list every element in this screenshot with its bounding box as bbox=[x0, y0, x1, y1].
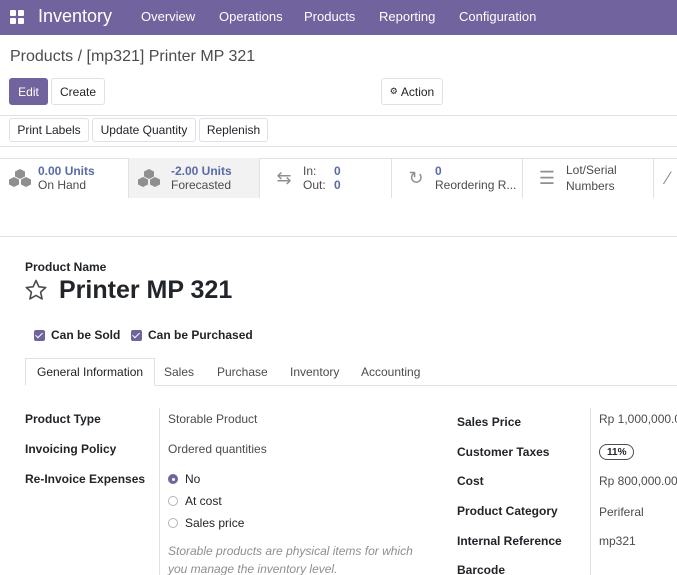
in-out-smart-button[interactable]: ⇆ In: 0 Out: 0 bbox=[260, 158, 392, 198]
action-button-label: Action bbox=[400, 84, 435, 99]
can-be-sold-label: Can be Sold bbox=[51, 328, 121, 342]
header-divider bbox=[0, 146, 677, 147]
reordering-value: 0 bbox=[435, 164, 442, 178]
invoicing-policy-field[interactable]: Ordered quantities bbox=[168, 442, 267, 456]
menu-reporting[interactable]: Reporting bbox=[379, 9, 435, 24]
top-navbar: Inventory Overview Operations Products R… bbox=[0, 0, 677, 35]
cost-field[interactable]: Rp 800,000.00 bbox=[599, 474, 677, 488]
radio-empty-icon bbox=[168, 496, 178, 506]
tab-accounting[interactable]: Accounting bbox=[361, 358, 420, 386]
customer-taxes-label: Customer Taxes bbox=[457, 445, 550, 459]
invoicing-policy-label: Invoicing Policy bbox=[25, 442, 117, 456]
reinvoice-sales-price-label: Sales price bbox=[185, 516, 245, 530]
star-icon[interactable] bbox=[24, 278, 48, 302]
can-be-sold-checkbox[interactable]: Can be Sold bbox=[34, 328, 120, 342]
checkbox-checked-icon bbox=[131, 329, 142, 341]
can-be-purchased-label: Can be Purchased bbox=[148, 328, 253, 342]
lot-serial-line1: Lot/Serial bbox=[566, 163, 617, 177]
product-category-field[interactable]: Periferal bbox=[599, 505, 644, 519]
reinvoice-at-cost-radio[interactable]: At cost bbox=[168, 494, 222, 508]
action-button[interactable]: ⚙ Action bbox=[381, 78, 443, 105]
in-value: 0 bbox=[334, 164, 341, 178]
can-be-purchased-checkbox[interactable]: Can be Purchased bbox=[131, 328, 253, 342]
left-group-separator bbox=[159, 408, 160, 575]
cubes-icon bbox=[137, 168, 161, 188]
forecasted-smart-button[interactable]: -2.00 Units Forecasted bbox=[129, 158, 260, 198]
barcode-label: Barcode bbox=[457, 563, 506, 575]
checkbox-checked-icon bbox=[34, 329, 45, 341]
in-label: In: bbox=[303, 164, 317, 178]
cost-label: Cost bbox=[457, 474, 484, 488]
reordering-smart-button[interactable]: ↻ 0 Reordering R... bbox=[392, 158, 523, 198]
product-name-label: Product Name bbox=[25, 260, 107, 274]
out-label: Out: bbox=[303, 178, 326, 192]
exchange-icon: ⇆ bbox=[276, 168, 292, 188]
right-group-separator bbox=[590, 408, 591, 575]
reinvoice-no-radio[interactable]: No bbox=[168, 472, 200, 486]
product-type-field[interactable]: Storable Product bbox=[168, 412, 257, 426]
tab-general-information[interactable]: General Information bbox=[25, 358, 156, 386]
on-hand-label: On Hand bbox=[38, 178, 87, 192]
reordering-label: Reordering R... bbox=[435, 178, 517, 192]
breadcrumb-current: [mp321] Printer MP 321 bbox=[86, 48, 256, 65]
list-icon: ☰ bbox=[538, 168, 556, 188]
replenish-button[interactable]: Replenish bbox=[199, 118, 268, 142]
edit-button[interactable]: Edit bbox=[9, 78, 48, 105]
menu-operations[interactable]: Operations bbox=[219, 9, 283, 24]
product-type-label: Product Type bbox=[25, 412, 101, 426]
lot-serial-smart-button[interactable]: ☰ Lot/Serial Numbers bbox=[523, 158, 654, 198]
tab-sales[interactable]: Sales bbox=[164, 358, 194, 386]
breadcrumb: Products / [mp321] Printer MP 321 bbox=[10, 48, 255, 66]
product-category-label: Product Category bbox=[457, 504, 558, 518]
product-type-help-text: Storable products are physical items for… bbox=[168, 544, 413, 575]
menu-overview[interactable]: Overview bbox=[141, 9, 195, 24]
product-name[interactable]: Printer MP 321 bbox=[59, 276, 232, 305]
reinvoice-expenses-label: Re-Invoice Expenses bbox=[25, 472, 146, 486]
radio-empty-icon bbox=[168, 518, 178, 528]
tax-badge[interactable]: 11% bbox=[599, 444, 635, 460]
app-brand[interactable]: Inventory bbox=[38, 6, 112, 27]
menu-products[interactable]: Products bbox=[304, 9, 355, 24]
menu-configuration[interactable]: Configuration bbox=[459, 9, 536, 24]
forecasted-value: -2.00 Units bbox=[171, 164, 232, 178]
breadcrumb-products-link[interactable]: Products bbox=[10, 48, 73, 65]
internal-reference-field[interactable]: mp321 bbox=[599, 534, 636, 548]
control-panel-divider bbox=[0, 115, 677, 116]
reinvoice-at-cost-label: At cost bbox=[185, 494, 222, 508]
print-labels-button[interactable]: Print Labels bbox=[9, 118, 89, 142]
on-hand-value: 0.00 Units bbox=[38, 164, 95, 178]
update-quantity-button[interactable]: Update Quantity bbox=[92, 118, 196, 142]
internal-reference-label: Internal Reference bbox=[457, 534, 562, 548]
radio-selected-icon bbox=[168, 474, 178, 484]
on-hand-smart-button[interactable]: 0.00 Units On Hand bbox=[0, 158, 129, 198]
out-value: 0 bbox=[334, 178, 341, 192]
sales-price-field[interactable]: Rp 1,000,000.0 bbox=[599, 412, 677, 426]
more-smart-button[interactable]: ∕ bbox=[654, 158, 677, 198]
lot-serial-line2: Numbers bbox=[566, 179, 615, 193]
forecasted-label: Forecasted bbox=[171, 178, 232, 192]
reinvoice-no-label: No bbox=[185, 472, 201, 486]
tab-inventory[interactable]: Inventory bbox=[290, 358, 339, 386]
refresh-icon: ↻ bbox=[408, 168, 424, 188]
sales-price-label: Sales Price bbox=[457, 415, 522, 429]
create-button-label: Create bbox=[59, 84, 97, 99]
cubes-icon bbox=[8, 168, 32, 188]
truncated-icon: ∕ bbox=[666, 168, 670, 188]
sheet-top-border bbox=[0, 236, 677, 237]
reinvoice-sales-price-radio[interactable]: Sales price bbox=[168, 516, 244, 530]
gear-icon: ⚙ bbox=[389, 86, 398, 96]
breadcrumb-separator: / bbox=[77, 48, 83, 65]
create-button[interactable]: Create bbox=[51, 78, 105, 105]
tab-purchase[interactable]: Purchase bbox=[217, 358, 268, 386]
apps-menu-icon[interactable] bbox=[10, 10, 24, 24]
